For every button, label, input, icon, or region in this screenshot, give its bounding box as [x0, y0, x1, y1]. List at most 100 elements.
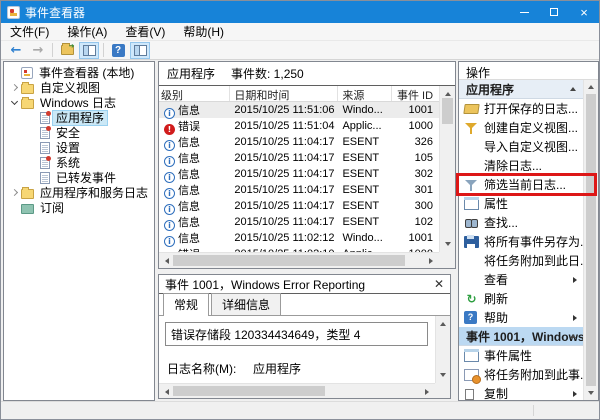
column-header-date[interactable]: 日期和时间: [230, 86, 338, 101]
table-row[interactable]: 信息 2015/10/25 11:04:17 ESENT 326: [159, 134, 439, 150]
action-attach-task-to-log[interactable]: 将任务附加到此日...: [459, 251, 583, 270]
scroll-right-icon[interactable]: [425, 389, 429, 395]
action-open-saved-log[interactable]: 打开保存的日志...: [459, 99, 583, 118]
row-event-id: 300: [393, 200, 439, 212]
log-icon: [40, 172, 50, 184]
table-row[interactable]: 信息 2015/10/25 11:51:06 Windo... 1001: [159, 102, 439, 118]
maximize-button[interactable]: [539, 1, 569, 23]
horizontal-scrollbar[interactable]: [159, 252, 439, 268]
minimize-button[interactable]: [509, 1, 539, 23]
export-list-button[interactable]: [57, 42, 77, 59]
event-properties-icon: [464, 350, 479, 362]
column-header-level[interactable]: 级别: [159, 86, 230, 101]
console-tree-toggle-button[interactable]: [79, 42, 99, 59]
scrollbar-thumb[interactable]: [173, 386, 325, 396]
actions-scrollbar[interactable]: [583, 80, 598, 400]
scroll-down-icon[interactable]: [445, 242, 451, 246]
vertical-scrollbar[interactable]: [439, 86, 455, 252]
action-save-all-events[interactable]: 将所有事件另存为...: [459, 232, 583, 251]
tree-root[interactable]: 事件查看器 (本地): [4, 65, 154, 80]
table-body: 信息 2015/10/25 11:51:06 Windo... 1001 错误 …: [159, 102, 439, 252]
column-header-event-id[interactable]: 事件 ID: [392, 86, 439, 101]
forward-button[interactable]: →: [28, 42, 48, 59]
table-row[interactable]: 信息 2015/10/25 11:04:17 ESENT 105: [159, 150, 439, 166]
scrollbar-thumb[interactable]: [173, 255, 405, 266]
collapse-icon[interactable]: [570, 334, 576, 338]
scrollbar-thumb[interactable]: [442, 98, 453, 124]
chevron-right-icon[interactable]: [11, 189, 18, 196]
menu-item-view[interactable]: 查看(V): [116, 23, 174, 40]
details-horizontal-scrollbar[interactable]: [159, 383, 435, 398]
row-event-id: 301: [393, 184, 439, 196]
level-text: 信息: [178, 137, 200, 149]
tab-details[interactable]: 详细信息: [211, 293, 281, 315]
folder-icon: [21, 189, 34, 199]
action-pane-icon: [134, 45, 147, 56]
details-close-button[interactable]: ✕: [434, 278, 444, 290]
scroll-down-icon[interactable]: [440, 373, 446, 377]
collapse-icon[interactable]: [570, 87, 576, 91]
menu-item-help[interactable]: 帮助(H): [174, 23, 233, 40]
table-row[interactable]: 信息 2015/10/25 11:04:17 ESENT 102: [159, 214, 439, 230]
row-date: 2015/10/25 11:04:17: [230, 216, 338, 228]
minimize-icon: [520, 12, 529, 13]
action-pane-toggle-button[interactable]: [130, 42, 150, 59]
table-row[interactable]: 信息 2015/10/25 11:04:17 ESENT 302: [159, 166, 439, 182]
table-row[interactable]: 信息 2015/10/25 11:04:17 ESENT 300: [159, 198, 439, 214]
chevron-right-icon[interactable]: [11, 84, 18, 91]
row-event-id: 302: [393, 168, 439, 180]
tree-item-application[interactable]: 应用程序: [4, 110, 154, 125]
menu-item-action[interactable]: 操作(A): [58, 23, 116, 40]
tree-item-forwarded-events[interactable]: 已转发事件: [4, 170, 154, 185]
action-import-custom-view[interactable]: 导入自定义视图...: [459, 137, 583, 156]
tree-item-custom-views[interactable]: 自定义视图: [4, 80, 154, 95]
maximize-icon: [550, 8, 558, 16]
scroll-left-icon[interactable]: [165, 258, 169, 264]
tree-item-windows-logs[interactable]: Windows 日志: [4, 95, 154, 110]
details-vertical-scrollbar[interactable]: [435, 316, 450, 383]
details-tabs: 常规 详细信息: [159, 294, 450, 315]
back-button[interactable]: ←: [6, 42, 26, 59]
event-message[interactable]: 错误存储段 120334434649，类型 4: [165, 322, 428, 346]
tree-item-subscriptions[interactable]: 订阅: [4, 200, 154, 215]
close-button[interactable]: ×: [569, 1, 599, 23]
scroll-up-icon[interactable]: [588, 85, 594, 89]
attach-task-icon: [464, 369, 479, 381]
scroll-right-icon[interactable]: [429, 258, 433, 264]
table-row[interactable]: 信息 2015/10/25 11:04:17 ESENT 301: [159, 182, 439, 198]
help-toolbar-button[interactable]: ?: [108, 42, 128, 59]
tree-item-setup[interactable]: 设置: [4, 140, 154, 155]
scrollbar-thumb[interactable]: [586, 94, 596, 386]
action-section-event-1001[interactable]: 事件 1001，Windows ...: [459, 327, 583, 346]
scroll-up-icon[interactable]: [440, 322, 446, 326]
scroll-up-icon[interactable]: [445, 92, 451, 96]
menu-item-file[interactable]: 文件(F): [1, 23, 58, 40]
scroll-left-icon[interactable]: [165, 389, 169, 395]
level-text: 错误: [178, 121, 200, 133]
action-event-properties[interactable]: 事件属性: [459, 346, 583, 365]
column-header-source[interactable]: 来源: [338, 86, 392, 101]
scrollbar-corner: [435, 383, 450, 398]
action-section-application[interactable]: 应用程序: [459, 80, 583, 99]
tab-general[interactable]: 常规: [163, 293, 209, 316]
tree-item-apps-services-logs[interactable]: 应用程序和服务日志: [4, 185, 154, 200]
tree-item-security[interactable]: 安全: [4, 125, 154, 140]
action-find[interactable]: 查找...: [459, 213, 583, 232]
actions-pane: 操作 应用程序 打开保存的日志... 创建自定义视图... 导入自定义视图...: [458, 61, 599, 401]
chevron-down-icon[interactable]: [11, 98, 18, 105]
tree-item-system[interactable]: 系统: [4, 155, 154, 170]
table-row[interactable]: 错误 2015/10/25 11:51:04 Applic... 1000: [159, 118, 439, 134]
action-refresh[interactable]: ↻ 刷新: [459, 289, 583, 308]
action-properties[interactable]: 属性: [459, 194, 583, 213]
action-copy[interactable]: 复制: [459, 384, 583, 401]
log-name-label: 日志名称(M):: [167, 360, 253, 377]
scroll-down-icon[interactable]: [588, 391, 594, 395]
action-view[interactable]: 查看: [459, 270, 583, 289]
subscriptions-icon: [21, 204, 34, 214]
action-create-custom-view[interactable]: 创建自定义视图...: [459, 118, 583, 137]
action-attach-task-to-event[interactable]: 将任务附加到此事...: [459, 365, 583, 384]
row-source: Windo...: [338, 104, 392, 116]
event-count: 事件数: 1,250: [231, 65, 304, 82]
action-help[interactable]: ? 帮助: [459, 308, 583, 327]
table-row[interactable]: 信息 2015/10/25 11:02:12 Windo... 1001: [159, 230, 439, 246]
